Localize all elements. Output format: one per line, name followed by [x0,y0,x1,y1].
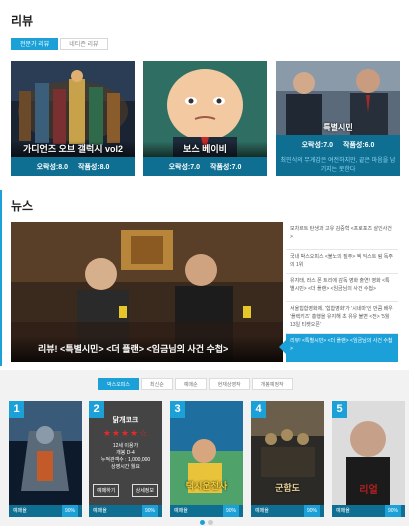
rank-badge: 1 [9,401,24,418]
pagination-dots [200,520,213,525]
critic-score: 작품성:6.0 [343,142,375,149]
runtime: 상영시간 월요 [111,464,140,470]
review-card-info: 오락성:7.0 작품성:6.0 최민식의 무게감은 여전하지만, 끝은 마음을 … [276,135,400,176]
news-item[interactable]: 국내 박스오피스 <불노의 질주> 엑 익스트 림 독주의 1위 [286,250,398,274]
tab-upcoming[interactable]: 개봉예정작 [251,378,293,390]
audience-score: 오락성:7.0 [301,142,333,149]
age-rating: 12세 이용가 [112,443,139,449]
rank-badge: 4 [251,401,266,418]
review-card-special-citizen[interactable]: 특별시민 오락성:7.0 작품성:6.0 최민식의 무게감은 여전하지만, 끝은… [276,61,400,176]
review-card-title: 보스 베이비 [143,141,267,157]
tab-latest[interactable]: 최신순 [141,378,173,390]
movie-card-1[interactable]: 1 예매율 90% [9,401,82,517]
tab-now-showing[interactable]: 현재상영작 [208,378,250,390]
score-bar: 오락성:8.0 작품성:8.0 [11,157,135,176]
booking-percent: 90% [384,505,401,517]
movie-footer: 예매율 90% [89,505,162,517]
tab-box-office[interactable]: 박스오피스 [98,378,140,390]
review-card-boss-baby[interactable]: 보스 베이비 오락성:7.0 작품성:7.0 [143,61,267,176]
review-card-title: 가디언즈 오브 갤럭시 vol2 [11,141,135,157]
movie-footer: 예매율 90% [170,505,243,517]
news-item[interactable]: 모차르트 탄생과 고유 김중혁 <프로포즈 살인사건> [286,222,398,250]
rank-badge: 2 [89,401,104,418]
news-accent-bar [0,190,2,366]
rank-badge: 5 [332,401,347,418]
booking-percent: 90% [303,505,320,517]
hover-info: 닭개코크 ★★★★☆ 12세 이용가 개봉 D-4 누적관객수 : 1,000,… [89,415,162,471]
movie-card-2-hover[interactable]: 2 닭개코크 ★★★★☆ 12세 이용가 개봉 D-4 누적관객수 : 1,00… [89,401,162,517]
booking-percent: 90% [61,505,78,517]
pagination-dot-active[interactable] [200,520,205,525]
review-card-guardians[interactable]: 가디언즈 오브 갤럭시 vol2 오락성:8.0 작품성:8.0 [11,61,135,176]
box-office-tabs: 박스오피스 최신순 예매순 현재상영작 개봉예정작 [98,378,295,390]
booking-percent: 90% [222,505,239,517]
movie-footer: 예매율 90% [332,505,405,517]
poster-title-text: 리얼 [359,485,378,496]
movie-card-5[interactable]: 5 리얼 예매율 90% [332,401,405,517]
tab-expert-review[interactable]: 전문가 리뷰 [11,38,59,50]
movie-card-4[interactable]: 4 군함도 예매율 90% [251,401,324,517]
booking-label: 예매율 [93,508,107,514]
news-feature-photo[interactable]: 리뷰! <특별시민> <더 플랜> <임금님의 사건 수첩> [11,222,283,362]
review-section-title: 리뷰 [11,14,34,28]
movie-card-3[interactable]: 3 택시운전사 예매율 90% [170,401,243,517]
box-office-section: 박스오피스 최신순 예매순 현재상영작 개봉예정작 1 예매율 90% 2 닭개… [0,370,409,526]
booking-label: 예매율 [336,508,350,514]
tab-booking[interactable]: 예매순 [174,378,207,390]
review-tabs: 전문가 리뷰 네티즌 리뷰 [11,38,110,50]
review-card-title: 특별시민 [323,123,353,132]
critic-score: 작품성:8.0 [78,163,110,171]
audience-score: 오락성:8.0 [36,163,68,171]
news-section-title: 뉴스 [11,199,34,213]
book-button[interactable]: 예매하기 [93,484,120,497]
movie-footer: 예매율 90% [9,505,82,517]
news-headline: 리뷰! <특별시민> <더 플랜> <임금님의 사건 수첩> [11,336,283,362]
news-item[interactable]: 서울힙합영화제, '힙합영화'가 '시네마'인 만큼 배우 '플렉키즈' 흥행을… [286,302,398,334]
booking-label: 예매율 [174,508,188,514]
pagination-dot[interactable] [208,520,213,525]
news-item-active[interactable]: 리뷰! <특별시민> <더 플랜> <임금님의 사건 수첩> [279,334,398,362]
poster-title-text: 택시운전사 [185,481,228,491]
booking-percent: 90% [141,505,158,517]
booking-label: 예매율 [13,508,27,514]
audience-count: 누적관객수 : 1,000,000 [100,457,151,463]
critic-score: 작품성:7.0 [210,163,242,171]
poster-title-text: 군함도 [275,483,300,493]
news-item[interactable]: 유지태, 라스 폰 트리에 감독 영화 출연! 영화 <특별시민> <더 플랜>… [286,274,398,302]
booking-label: 예매율 [255,508,269,514]
review-description: 최민식의 무게감은 여전하지만, 끝은 마음을 남기지는 못한다 [280,158,396,173]
release-dday: 개봉 D-4 [116,450,135,456]
rating-stars: ★★★★☆ [102,428,149,438]
score-bar: 오락성:7.0 작품성:7.0 [143,157,267,176]
movie-footer: 예매율 90% [251,505,324,517]
rank-badge: 3 [170,401,185,418]
news-list: 모차르트 탄생과 고유 김중혁 <프로포즈 살인사건> 국내 박스오피스 <불노… [279,222,398,362]
detail-button[interactable]: 상세정보 [131,484,158,497]
audience-score: 오락성:7.0 [168,163,200,171]
tab-netizen-review[interactable]: 네티즌 리뷰 [60,38,108,50]
